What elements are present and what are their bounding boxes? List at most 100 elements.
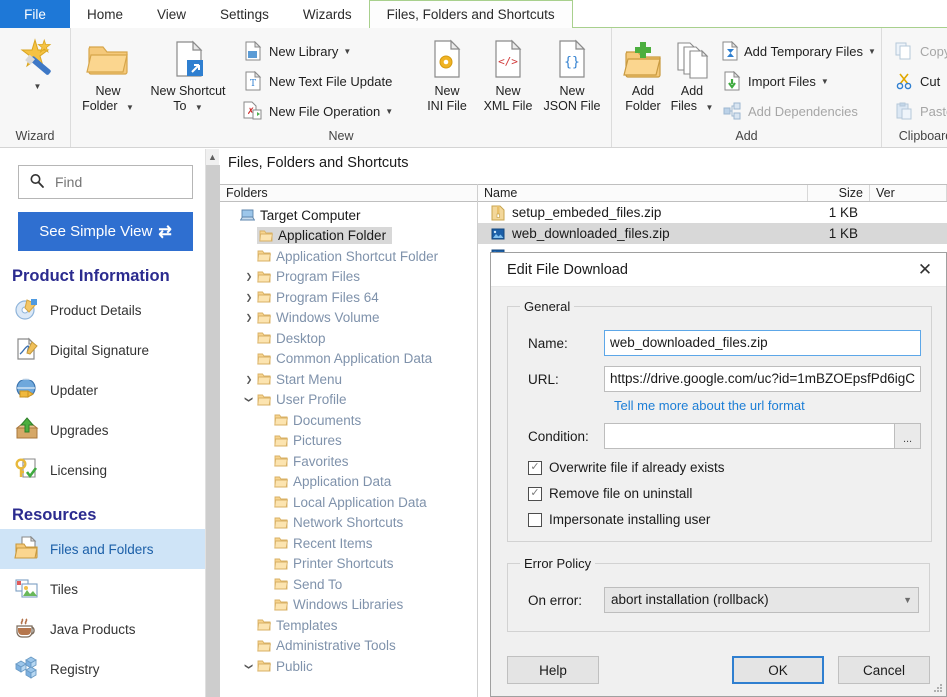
url-input[interactable]: https://drive.google.com/uc?id=1mBZOEpsf… [604,366,922,392]
new-shortcut-to-button[interactable]: New Shortcut To ▼ [139,34,237,117]
tree-node[interactable]: ❯ Windows Volume [220,308,477,329]
tree-node[interactable]: ❯ User Profile [220,390,477,411]
new-file-operation-caret[interactable]: ▼ [385,107,393,116]
remove-file-row[interactable]: ✓ Remove file on uninstall [528,486,921,501]
tree-node[interactable]: ❯ Program Files 64 [220,287,477,308]
resize-grip-icon[interactable] [933,684,943,694]
copy-button[interactable]: Copy [888,36,947,66]
chevron-right-icon[interactable]: ❯ [241,293,257,302]
on-error-select[interactable]: abort installation (rollback) ▼ [604,587,919,613]
table-row[interactable]: setup_embeded_files.zip 1 KB [478,202,947,223]
tree-node[interactable]: Desktop [220,328,477,349]
sidebar-item-registry[interactable]: Registry [0,649,205,689]
wizard-dropdown-caret[interactable]: ▼ [34,82,42,91]
tree-node[interactable]: Printer Shortcuts [220,554,477,575]
tab-wizards[interactable]: Wizards [286,0,369,28]
add-temporary-files-button[interactable]: Add Temporary Files ▼ [716,36,880,66]
cancel-button[interactable]: Cancel [838,656,930,684]
see-simple-view-button[interactable]: See Simple View ⇄ [18,212,193,251]
folder-icon [274,454,288,468]
chevron-right-icon[interactable]: ❯ [241,313,257,322]
tree-node[interactable]: Network Shortcuts [220,513,477,534]
tab-bar-filler [572,0,947,28]
tree-node[interactable]: Administrative Tools [220,636,477,657]
tree-node[interactable]: Templates [220,615,477,636]
import-files-caret[interactable]: ▼ [821,77,829,86]
new-library-caret[interactable]: ▼ [343,47,351,56]
search-input[interactable] [53,173,173,191]
column-header-version[interactable]: Ver [870,185,947,201]
tree-node[interactable]: Target Computer [220,205,477,226]
chevron-down-icon[interactable]: ❯ [245,658,254,674]
add-files-button[interactable]: Add Files ▼ [668,34,716,117]
import-files-button[interactable]: Import Files ▼ [716,66,880,96]
impersonate-user-checkbox[interactable] [528,512,542,527]
new-json-file-button[interactable]: {} New JSON File [539,34,605,116]
add-files-caret[interactable]: ▼ [705,103,713,112]
tree-node[interactable]: Favorites [220,451,477,472]
scroll-up-arrow-icon[interactable]: ▲ [206,149,219,165]
tab-home[interactable]: Home [70,0,140,28]
tree-node[interactable]: Application Data [220,472,477,493]
sidebar-scrollbar-thumb[interactable] [206,165,220,697]
tab-settings[interactable]: Settings [203,0,286,28]
chevron-right-icon[interactable]: ❯ [241,375,257,384]
condition-input[interactable] [604,423,896,449]
condition-browse-button[interactable]: ... [895,423,922,449]
cut-button[interactable]: Cut [888,66,947,96]
new-xml-file-button[interactable]: </> New XML File [477,34,539,116]
tree-node[interactable]: ❯ Start Menu [220,369,477,390]
sidebar-item-files-and-folders[interactable]: Files and Folders [0,529,205,569]
remove-file-checkbox[interactable]: ✓ [528,486,542,501]
tree-node[interactable]: Send To [220,574,477,595]
sidebar-item-tiles[interactable]: Tiles [0,569,205,609]
overwrite-file-row[interactable]: ✓ Overwrite file if already exists [528,460,921,475]
tree-node[interactable]: Application Shortcut Folder [220,246,477,267]
new-ini-file-button[interactable]: New INI File [417,34,477,116]
paste-button[interactable]: Paste [888,96,947,126]
add-temporary-files-caret[interactable]: ▼ [868,47,876,56]
chevron-right-icon[interactable]: ❯ [241,272,257,281]
sidebar-item-upgrades[interactable]: Upgrades [0,410,205,450]
new-text-file-update-button[interactable]: T New Text File Update [237,66,417,96]
folder-icon [257,372,271,386]
chevron-down-icon[interactable]: ❯ [245,392,254,408]
tab-files-folders-and-shortcuts[interactable]: Files, Folders and Shortcuts [368,0,573,28]
sidebar-item-digital-signature[interactable]: Digital Signature [0,330,205,370]
sidebar-item-updater[interactable]: Updater [0,370,205,410]
tree-node[interactable]: ❯ Public [220,656,477,677]
sidebar-item-product-details[interactable]: Product Details [0,290,205,330]
new-shortcut-caret[interactable]: ▼ [195,103,203,112]
sidebar-item-java-products[interactable]: Java Products [0,609,205,649]
add-dependencies-button[interactable]: Add Dependencies [716,96,880,126]
new-file-operation-button[interactable]: ✗ New File Operation ▼ [237,96,417,126]
tree-node[interactable]: Application Folder [220,226,477,247]
new-folder-button[interactable]: New Folder ▼ [77,34,139,117]
tree-node[interactable]: Windows Libraries [220,595,477,616]
column-header-size[interactable]: Size [808,185,870,201]
name-input[interactable]: web_downloaded_files.zip [604,330,922,356]
new-folder-caret[interactable]: ▼ [126,103,134,112]
tree-node[interactable]: ❯ Program Files [220,267,477,288]
column-header-name[interactable]: Name [478,185,808,201]
wizard-button[interactable]: ▼ [6,34,64,93]
tree-node[interactable]: Common Application Data [220,349,477,370]
impersonate-user-row[interactable]: Impersonate installing user [528,512,921,527]
tab-view[interactable]: View [140,0,203,28]
new-library-button[interactable]: New Library ▼ [237,36,417,66]
tree-node[interactable]: Recent Items [220,533,477,554]
find-box[interactable] [18,165,193,199]
tree-node[interactable]: Pictures [220,431,477,452]
table-row[interactable]: web_downloaded_files.zip 1 KB [478,223,947,244]
tree-node[interactable]: Documents [220,410,477,431]
tab-file[interactable]: File [0,0,70,28]
close-icon[interactable]: ✕ [904,253,946,287]
tree-node[interactable]: Local Application Data [220,492,477,513]
sidebar-item-licensing[interactable]: Licensing [0,450,205,490]
add-folder-button[interactable]: Add Folder [618,34,668,116]
sidebar-scrollbar[interactable]: ▲ [205,149,220,697]
ok-button[interactable]: OK [732,656,824,684]
url-format-help-link[interactable]: Tell me more about the url format [614,398,805,413]
help-button[interactable]: Help [507,656,599,684]
overwrite-file-checkbox[interactable]: ✓ [528,460,542,475]
